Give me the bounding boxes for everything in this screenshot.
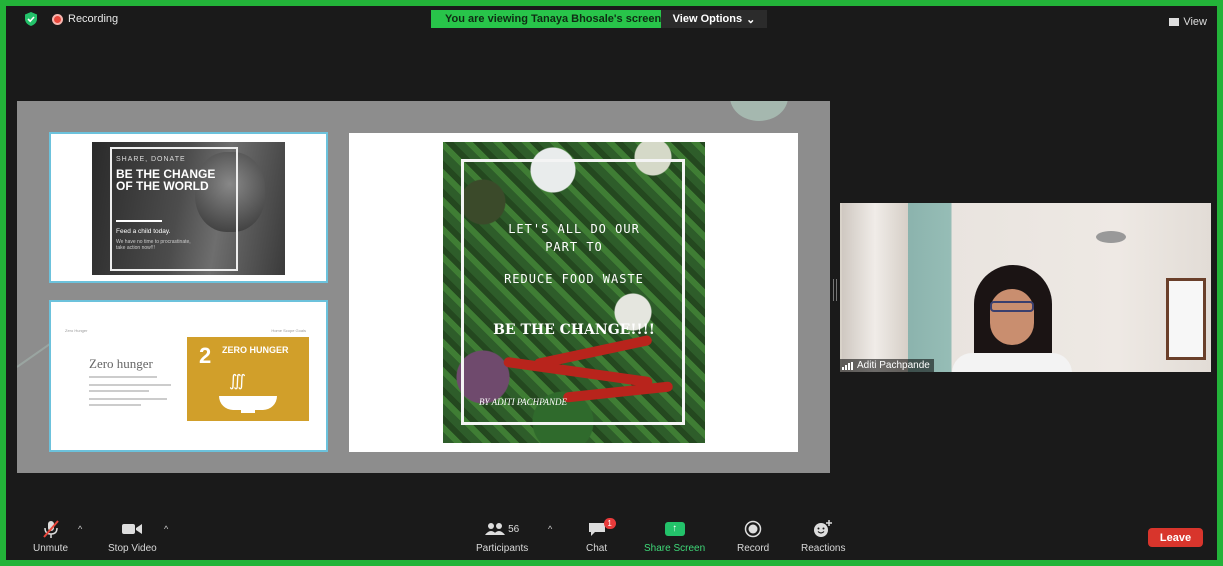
participants-icon-group: 56 [485, 518, 519, 540]
steam-icon: ∭ [229, 373, 248, 390]
poster-tagline: We have no time to procrastinate, take a… [116, 239, 191, 251]
food-waste-poster: LET'S ALL DO OUR PART TO REDUCE FOOD WAS… [443, 142, 705, 443]
zero-hunger-title: Zero hunger [89, 356, 153, 371]
audio-options-caret[interactable]: ^ [78, 524, 82, 534]
view-button[interactable]: View [1169, 16, 1207, 28]
text-line [89, 404, 141, 406]
meeting-toolbar: Unmute ^ Stop Video ^ 56 Participants ^ … [6, 514, 1217, 560]
video-camera-icon [121, 518, 143, 540]
shared-screen: SHARE, DONATE BE THE CHANGE OF THE WORLD… [17, 101, 830, 473]
record-icon [744, 518, 762, 540]
view-options-label: View Options [672, 13, 743, 25]
slide-thumbnail-2[interactable]: Zero Hunger Home Scope Goals Zero hunger… [49, 300, 328, 452]
reactions-label: Reactions [801, 543, 846, 554]
poster-subtitle: Feed a child today. [116, 228, 171, 235]
poster-line-1: LET'S ALL DO OUR [508, 222, 640, 236]
page-header-left: Zero Hunger [65, 328, 88, 333]
main-slide: LET'S ALL DO OUR PART TO REDUCE FOOD WAS… [349, 133, 798, 452]
curtain [842, 203, 908, 372]
share-screen-button[interactable]: ↑ Share Screen [644, 518, 705, 554]
ceiling-fan [1096, 231, 1126, 243]
person-shirt [952, 353, 1072, 372]
resize-handle[interactable] [833, 279, 837, 301]
record-button[interactable]: Record [737, 518, 769, 554]
chat-label: Chat [586, 543, 608, 554]
share-screen-icon-wrap: ↑ [664, 518, 685, 540]
participants-count: 56 [508, 523, 520, 535]
decorative-circle [730, 101, 788, 121]
record-dot-icon [52, 13, 63, 25]
page-header-nav: Home Scope Goals [271, 328, 306, 333]
poster-frame [461, 159, 685, 425]
text-line [89, 376, 157, 378]
donate-poster: SHARE, DONATE BE THE CHANGE OF THE WORLD… [92, 142, 285, 275]
person-face [990, 289, 1034, 345]
poster-kicker: SHARE, DONATE [116, 156, 186, 163]
window [1166, 278, 1206, 360]
bowl-base [241, 409, 255, 413]
poster-line-3: REDUCE FOOD WASTE [504, 272, 644, 286]
view-options-button[interactable]: View Options ⌄ [661, 10, 767, 28]
bowl-icon [219, 396, 277, 410]
participants-button[interactable]: 56 Participants [476, 518, 528, 554]
smiley-plus-icon [813, 518, 833, 540]
muted-microphone-icon [42, 518, 60, 540]
reactions-button[interactable]: Reactions [801, 518, 845, 554]
recording-indicator[interactable]: Recording [52, 13, 118, 25]
text-line [89, 390, 149, 392]
sdg-number: 2 [199, 343, 212, 368]
zoom-window: Recording You are viewing Tanaya Bhosale… [0, 0, 1223, 566]
grid-view-icon [1169, 18, 1180, 26]
slide-thumbnail-1[interactable]: SHARE, DONATE BE THE CHANGE OF THE WORLD… [49, 132, 328, 283]
top-bar: Recording You are viewing Tanaya Bhosale… [6, 6, 1217, 34]
leave-button[interactable]: Leave [1148, 528, 1203, 547]
share-screen-label: Share Screen [644, 543, 706, 554]
participant-name-tag: Aditi Pachpande [840, 359, 934, 372]
unmute-label: Unmute [33, 543, 69, 554]
signal-bars-icon [842, 361, 853, 370]
shield-check-icon[interactable] [24, 12, 38, 26]
recording-label: Recording [68, 13, 119, 25]
poster-frame [110, 147, 238, 271]
video-options-caret[interactable]: ^ [164, 524, 168, 534]
poster-byline: BY ADITI PACHPANDE [479, 397, 568, 407]
chat-icon-wrap: 1 [588, 518, 616, 540]
participant-name: Aditi Pachpande [857, 360, 930, 371]
stop-video-label: Stop Video [108, 543, 157, 554]
people-icon [485, 523, 506, 535]
view-label: View [1183, 16, 1207, 28]
chat-unread-badge: 1 [603, 518, 616, 529]
participants-options-caret[interactable]: ^ [548, 524, 552, 534]
record-label: Record [737, 543, 770, 554]
share-screen-icon: ↑ [664, 522, 685, 536]
glasses [990, 301, 1034, 312]
text-line [89, 384, 171, 386]
poster-headline: BE THE CHANGE!!!! [493, 322, 655, 338]
unmute-button[interactable]: Unmute [33, 518, 68, 554]
chevron-down-icon: ⌄ [746, 13, 756, 26]
text-line [89, 398, 167, 400]
sdg-2-tile: 2 ZERO HUNGER ∭ [187, 337, 309, 421]
participant-video[interactable]: Aditi Pachpande [840, 203, 1211, 372]
chat-button[interactable]: 1 Chat [586, 518, 616, 554]
poster-line-2: PART TO [545, 240, 603, 254]
sdg-word: ZERO HUNGER [222, 345, 289, 355]
chat-bubble-icon [588, 522, 605, 536]
participants-label: Participants [476, 543, 529, 554]
poster-title: BE THE CHANGE OF THE WORLD [116, 167, 216, 193]
viewing-banner: You are viewing Tanaya Bhosale's screen [431, 10, 676, 28]
poster-rule [116, 220, 162, 222]
stop-video-button[interactable]: Stop Video [108, 518, 157, 554]
